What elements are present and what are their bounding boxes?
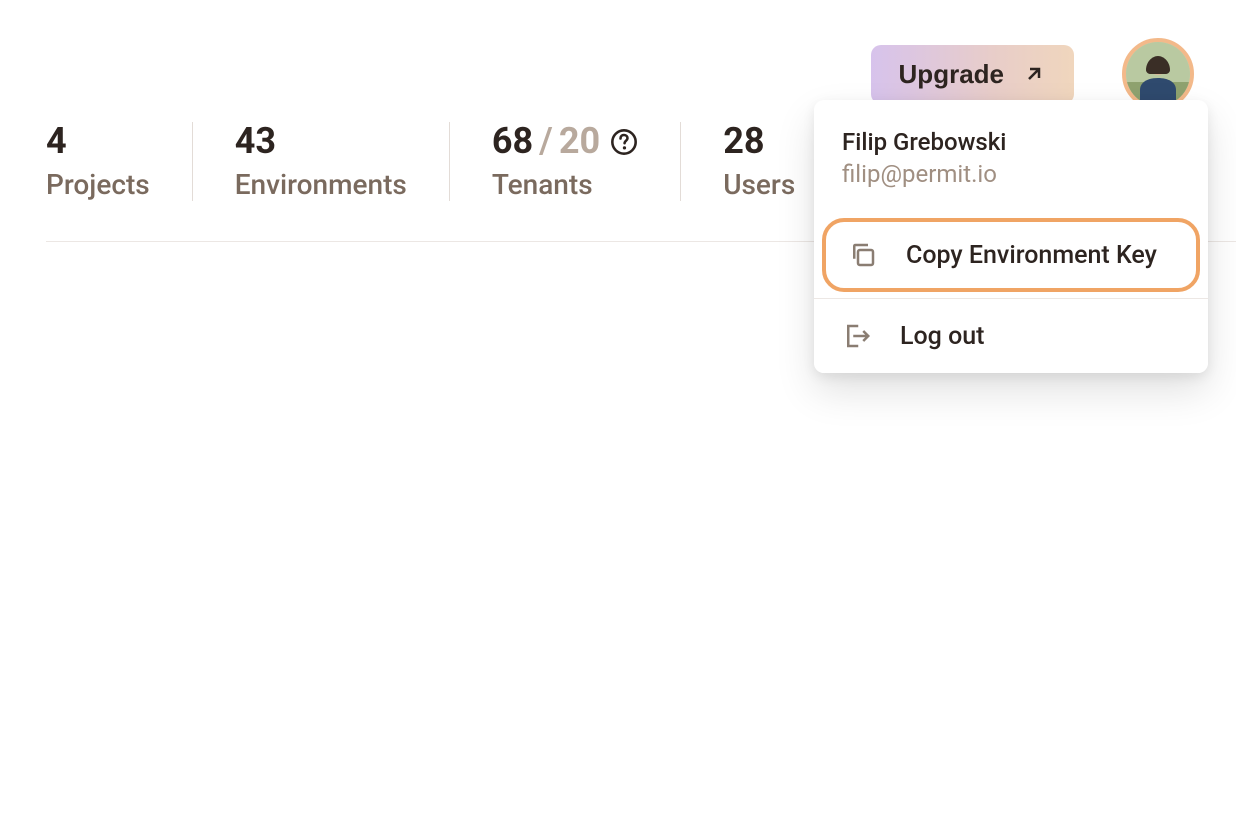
external-link-icon xyxy=(1022,62,1046,86)
stat-users-value: 28 xyxy=(723,122,795,162)
user-name: Filip Grebowski xyxy=(842,128,1180,156)
stat-environments-label: Environments xyxy=(235,168,407,201)
stat-projects-label: Projects xyxy=(46,168,150,201)
menu-copy-env-key[interactable]: Copy Environment Key xyxy=(822,218,1200,292)
stat-environments: 43 Environments xyxy=(193,122,450,201)
copy-icon xyxy=(848,240,878,270)
menu-logout[interactable]: Log out xyxy=(814,299,1208,373)
avatar-image xyxy=(1126,42,1190,106)
tenants-current: 68 xyxy=(492,122,533,162)
help-icon[interactable] xyxy=(610,128,638,156)
stat-tenants-value: 68 / 20 xyxy=(492,122,638,162)
upgrade-label: Upgrade xyxy=(899,59,1004,90)
user-email: filip@permit.io xyxy=(842,160,1180,188)
menu-logout-label: Log out xyxy=(900,322,985,351)
tenants-slash: / xyxy=(539,122,553,162)
user-dropdown: Filip Grebowski filip@permit.io Copy Env… xyxy=(814,100,1208,373)
stat-tenants: 68 / 20 Tenants xyxy=(450,122,681,201)
stat-projects-value: 4 xyxy=(46,122,150,162)
stat-users-label: Users xyxy=(723,168,795,201)
menu-copy-env-key-label: Copy Environment Key xyxy=(906,241,1157,270)
stat-tenants-label: Tenants xyxy=(492,168,638,201)
tenants-limit: 20 xyxy=(559,122,600,162)
stat-projects: 4 Projects xyxy=(46,122,193,201)
stat-environments-value: 43 xyxy=(235,122,407,162)
logout-icon xyxy=(842,321,872,351)
upgrade-button[interactable]: Upgrade xyxy=(871,45,1074,104)
dropdown-header: Filip Grebowski filip@permit.io xyxy=(814,100,1208,212)
